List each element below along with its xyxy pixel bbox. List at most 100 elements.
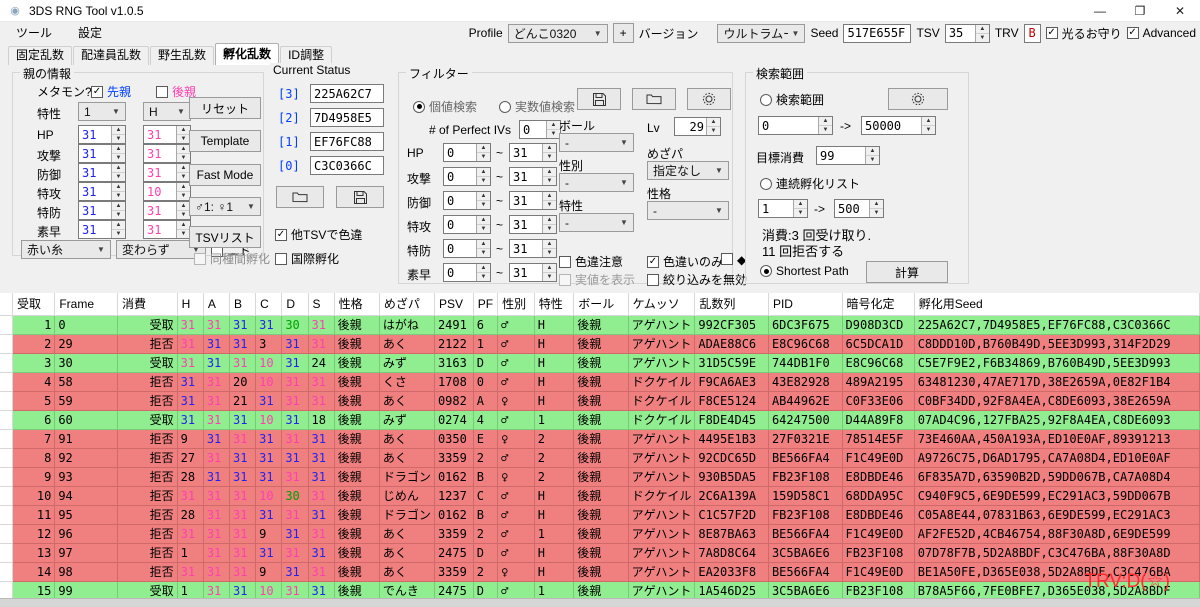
spin-buttons[interactable]: ▲ ▼ xyxy=(476,192,490,209)
parent-a-item-select[interactable]: 赤い糸 ▼ xyxy=(21,240,111,259)
parent-a-stat-0-stepper[interactable]: 31 ▲ ▼ xyxy=(78,125,126,144)
spin-buttons[interactable]: ▲ ▼ xyxy=(111,164,125,181)
spin-buttons[interactable]: ▲ ▼ xyxy=(869,200,883,217)
column-header-ball[interactable]: ボール xyxy=(573,293,629,316)
fast-mode-button[interactable]: Fast Mode xyxy=(189,164,261,186)
ability-filter-select[interactable]: - ▼ xyxy=(559,213,634,232)
spin-buttons[interactable]: ▲ ▼ xyxy=(476,240,490,257)
parent-b-ability-select[interactable]: H ▼ xyxy=(143,102,191,121)
spin-up-icon[interactable]: ▲ xyxy=(543,264,556,273)
spin-up-icon[interactable]: ▲ xyxy=(922,117,935,126)
parent-b-stat-3-stepper[interactable]: 10 ▲ ▼ xyxy=(143,182,191,201)
trv-input[interactable]: B xyxy=(1023,23,1041,43)
spin-buttons[interactable]: ▲ ▼ xyxy=(476,168,490,185)
column-header-hp[interactable]: めざパ xyxy=(379,293,435,316)
spin-up-icon[interactable]: ▲ xyxy=(112,202,125,211)
spin-down-icon[interactable]: ▼ xyxy=(477,201,490,209)
same-species-checkbox[interactable]: 同種間孵化 xyxy=(194,250,270,267)
parent-a-stat-1-stepper[interactable]: 31 ▲ ▼ xyxy=(78,144,126,163)
column-header-a[interactable]: A xyxy=(203,293,230,316)
hidden-power-select[interactable]: 指定なし ▼ xyxy=(647,161,729,180)
spin-down-icon[interactable]: ▼ xyxy=(543,273,556,281)
nature-filter-select[interactable]: - ▼ xyxy=(647,201,729,220)
spin-buttons[interactable]: ▲ ▼ xyxy=(476,264,490,281)
spin-down-icon[interactable]: ▼ xyxy=(819,126,832,134)
status-value-1[interactable]: 7D4958E5 xyxy=(310,108,384,127)
spin-buttons[interactable]: ▲ ▼ xyxy=(176,221,190,238)
spin-down-icon[interactable]: ▼ xyxy=(477,177,490,185)
shiny-only-checkbox[interactable]: ✓ 色違いのみ xyxy=(647,253,723,270)
row-header[interactable] xyxy=(0,372,13,392)
spin-buttons[interactable]: ▲ ▼ xyxy=(706,118,720,135)
filter-max-3-stepper[interactable]: 31 ▲ ▼ xyxy=(509,215,557,234)
search-range-radio[interactable]: 検索範囲 xyxy=(760,91,824,108)
spin-up-icon[interactable]: ▲ xyxy=(112,126,125,135)
spin-down-icon[interactable]: ▼ xyxy=(543,153,556,161)
column-header-d[interactable]: D xyxy=(281,293,309,316)
spin-down-icon[interactable]: ▼ xyxy=(866,156,879,164)
spin-down-icon[interactable]: ▼ xyxy=(543,177,556,185)
column-header-psv[interactable]: PSV xyxy=(434,293,474,316)
row-header[interactable] xyxy=(0,524,13,544)
reset-button[interactable]: リセット xyxy=(189,97,261,119)
results-table-container[interactable]: 受取 Frame 消費 H A B C D S 性格 めざパ PSV PF 性別 特性 ボール ケムッソ 乱数列 P… xyxy=(0,293,1200,607)
parent-b-stat-1-stepper[interactable]: 31 ▲ ▼ xyxy=(143,144,191,163)
minimize-button[interactable]: — xyxy=(1080,0,1120,22)
chain-to-stepper[interactable]: 500 ▲ ▼ xyxy=(834,199,884,218)
tab-delivery-rng[interactable]: 配達員乱数 xyxy=(73,46,150,65)
maximize-button[interactable]: ❐ xyxy=(1120,0,1160,22)
filter-settings-button[interactable] xyxy=(687,88,731,110)
table-row[interactable]: 3 30 受取 31 31 31 10 31 24 後親 みず 3163 D ♂ H 後親 アゲハント 31D5C… xyxy=(0,353,1200,373)
row-header[interactable] xyxy=(0,353,13,373)
spin-buttons[interactable]: ▲ ▼ xyxy=(542,168,556,185)
spin-down-icon[interactable]: ▼ xyxy=(922,126,935,134)
chain-hatch-radio[interactable]: 連続孵化リスト xyxy=(760,175,860,192)
shiny-warning-checkbox[interactable]: 色違注意 xyxy=(559,253,623,270)
status-value-0[interactable]: 225A62C7 xyxy=(310,84,384,103)
column-header-c[interactable]: C xyxy=(255,293,283,316)
column-header-ec[interactable]: 暗号化定 xyxy=(842,293,915,316)
parent-b-stat-2-stepper[interactable]: 31 ▲ ▼ xyxy=(143,163,191,182)
spin-up-icon[interactable]: ▲ xyxy=(819,117,832,126)
status-value-3[interactable]: C3C0366C xyxy=(310,156,384,175)
spin-up-icon[interactable]: ▲ xyxy=(477,144,490,153)
spin-buttons[interactable]: ▲ ▼ xyxy=(476,216,490,233)
other-tsv-shiny-checkbox[interactable]: ✓ 他TSVで色違 xyxy=(275,226,362,243)
iv-search-radio[interactable]: 個値検索 xyxy=(413,98,477,115)
spin-up-icon[interactable]: ▲ xyxy=(477,216,490,225)
chain-from-stepper[interactable]: 1 ▲ ▼ xyxy=(758,199,808,218)
table-row[interactable]: 11 95 拒否 28 31 31 31 31 31 後親 ドラゴン 0162 B ♂ H 後親 アゲハント C1… xyxy=(0,505,1200,525)
column-header-rand[interactable]: 乱数列 xyxy=(694,293,769,316)
filter-min-4-stepper[interactable]: 0 ▲ ▼ xyxy=(443,239,491,258)
row-header[interactable] xyxy=(0,315,13,335)
status-value-2[interactable]: EF76FC88 xyxy=(310,132,384,151)
spin-buttons[interactable]: ▲ ▼ xyxy=(176,145,190,162)
parent-a-stat-3-stepper[interactable]: 31 ▲ ▼ xyxy=(78,182,126,201)
spin-buttons[interactable]: ▲ ▼ xyxy=(111,145,125,162)
shortest-path-radio[interactable]: Shortest Path xyxy=(760,264,849,278)
template-button[interactable]: Template xyxy=(189,130,261,152)
spin-down-icon[interactable]: ▼ xyxy=(477,273,490,281)
add-profile-button[interactable]: + xyxy=(612,23,634,43)
close-button[interactable]: ✕ xyxy=(1160,0,1200,22)
spin-up-icon[interactable]: ▲ xyxy=(707,118,720,127)
spin-up-icon[interactable]: ▲ xyxy=(543,240,556,249)
table-row[interactable]: 8 92 拒否 27 31 31 31 31 31 後親 あく 3359 2 ♂ 2 後親 アゲハント 92CDC… xyxy=(0,448,1200,468)
table-row[interactable]: 1 0 受取 31 31 31 31 30 31 後親 はがね 2491 6 ♂ H 後親 アゲハント 992CF… xyxy=(0,315,1200,335)
column-header-frame[interactable]: Frame xyxy=(54,293,118,316)
parent-b-stat-0-stepper[interactable]: 31 ▲ ▼ xyxy=(143,125,191,144)
spin-down-icon[interactable]: ▼ xyxy=(477,225,490,233)
column-header-h[interactable]: H xyxy=(177,293,204,316)
spin-down-icon[interactable]: ▼ xyxy=(477,153,490,161)
spin-up-icon[interactable]: ▲ xyxy=(975,25,989,34)
spin-down-icon[interactable]: ▼ xyxy=(543,225,556,233)
square-shiny-checkbox[interactable] xyxy=(721,253,733,265)
parent-a-ability-select[interactable]: 1 ▼ xyxy=(78,102,126,121)
spin-buttons[interactable]: ▲ ▼ xyxy=(542,240,556,257)
filter-min-0-stepper[interactable]: 0 ▲ ▼ xyxy=(443,143,491,162)
menu-item-settings[interactable]: 設定 xyxy=(74,22,106,43)
column-header-cost[interactable]: 消費 xyxy=(117,293,178,316)
row-header[interactable] xyxy=(0,391,13,411)
table-row[interactable]: 6 60 受取 31 31 31 10 31 18 後親 みず 0274 4 ♂ 1 後親 ドクケイル F8DE4… xyxy=(0,410,1200,430)
spin-down-icon[interactable]: ▼ xyxy=(543,249,556,257)
